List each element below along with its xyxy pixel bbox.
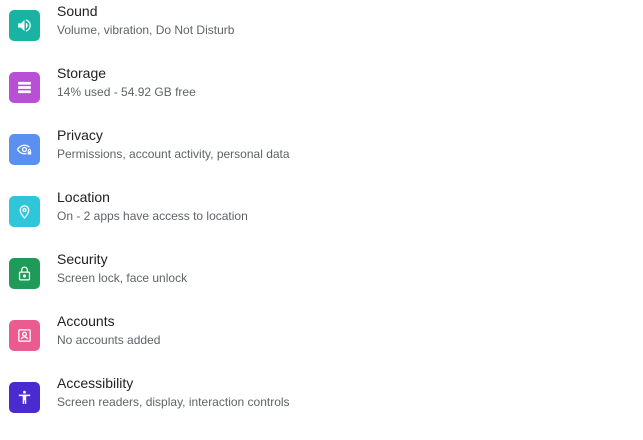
settings-item-summary: No accounts added — [57, 333, 161, 347]
settings-item-summary: Screen lock, face unlock — [57, 271, 188, 285]
settings-item-title: Privacy — [57, 127, 103, 143]
account-box-icon — [9, 320, 40, 351]
settings-item-accounts[interactable]: Accounts No accounts added — [0, 313, 643, 382]
settings-item-summary: On - 2 apps have access to location — [57, 209, 248, 223]
storage-icon — [9, 72, 40, 103]
settings-item-sound[interactable]: Sound Volume, vibration, Do Not Disturb — [0, 3, 643, 72]
settings-item-privacy[interactable]: Privacy Permissions, account activity, p… — [0, 127, 643, 196]
settings-item-title: Storage — [57, 65, 107, 81]
settings-item-title: Security — [57, 251, 108, 267]
location-pin-icon — [9, 196, 40, 227]
settings-item-title: Accessibility — [57, 375, 134, 391]
settings-item-security[interactable]: Security Screen lock, face unlock — [0, 251, 643, 320]
settings-item-title: Accounts — [57, 313, 115, 329]
settings-item-summary: Screen readers, display, interaction con… — [57, 395, 290, 409]
settings-list: Sound Volume, vibration, Do Not Disturb … — [0, 0, 643, 440]
settings-item-summary: 14% used - 54.92 GB free — [57, 85, 196, 99]
settings-item-summary: Volume, vibration, Do Not Disturb — [57, 23, 235, 37]
settings-item-storage[interactable]: Storage 14% used - 54.92 GB free — [0, 65, 643, 134]
settings-item-title: Location — [57, 189, 110, 205]
privacy-eye-lock-icon — [9, 134, 40, 165]
volume-icon — [9, 10, 40, 41]
settings-item-accessibility[interactable]: Accessibility Screen readers, display, i… — [0, 375, 643, 440]
accessibility-icon — [9, 382, 40, 413]
settings-item-summary: Permissions, account activity, personal … — [57, 147, 290, 161]
settings-item-location[interactable]: Location On - 2 apps have access to loca… — [0, 189, 643, 258]
lock-icon — [9, 258, 40, 289]
settings-item-title: Sound — [57, 3, 98, 19]
